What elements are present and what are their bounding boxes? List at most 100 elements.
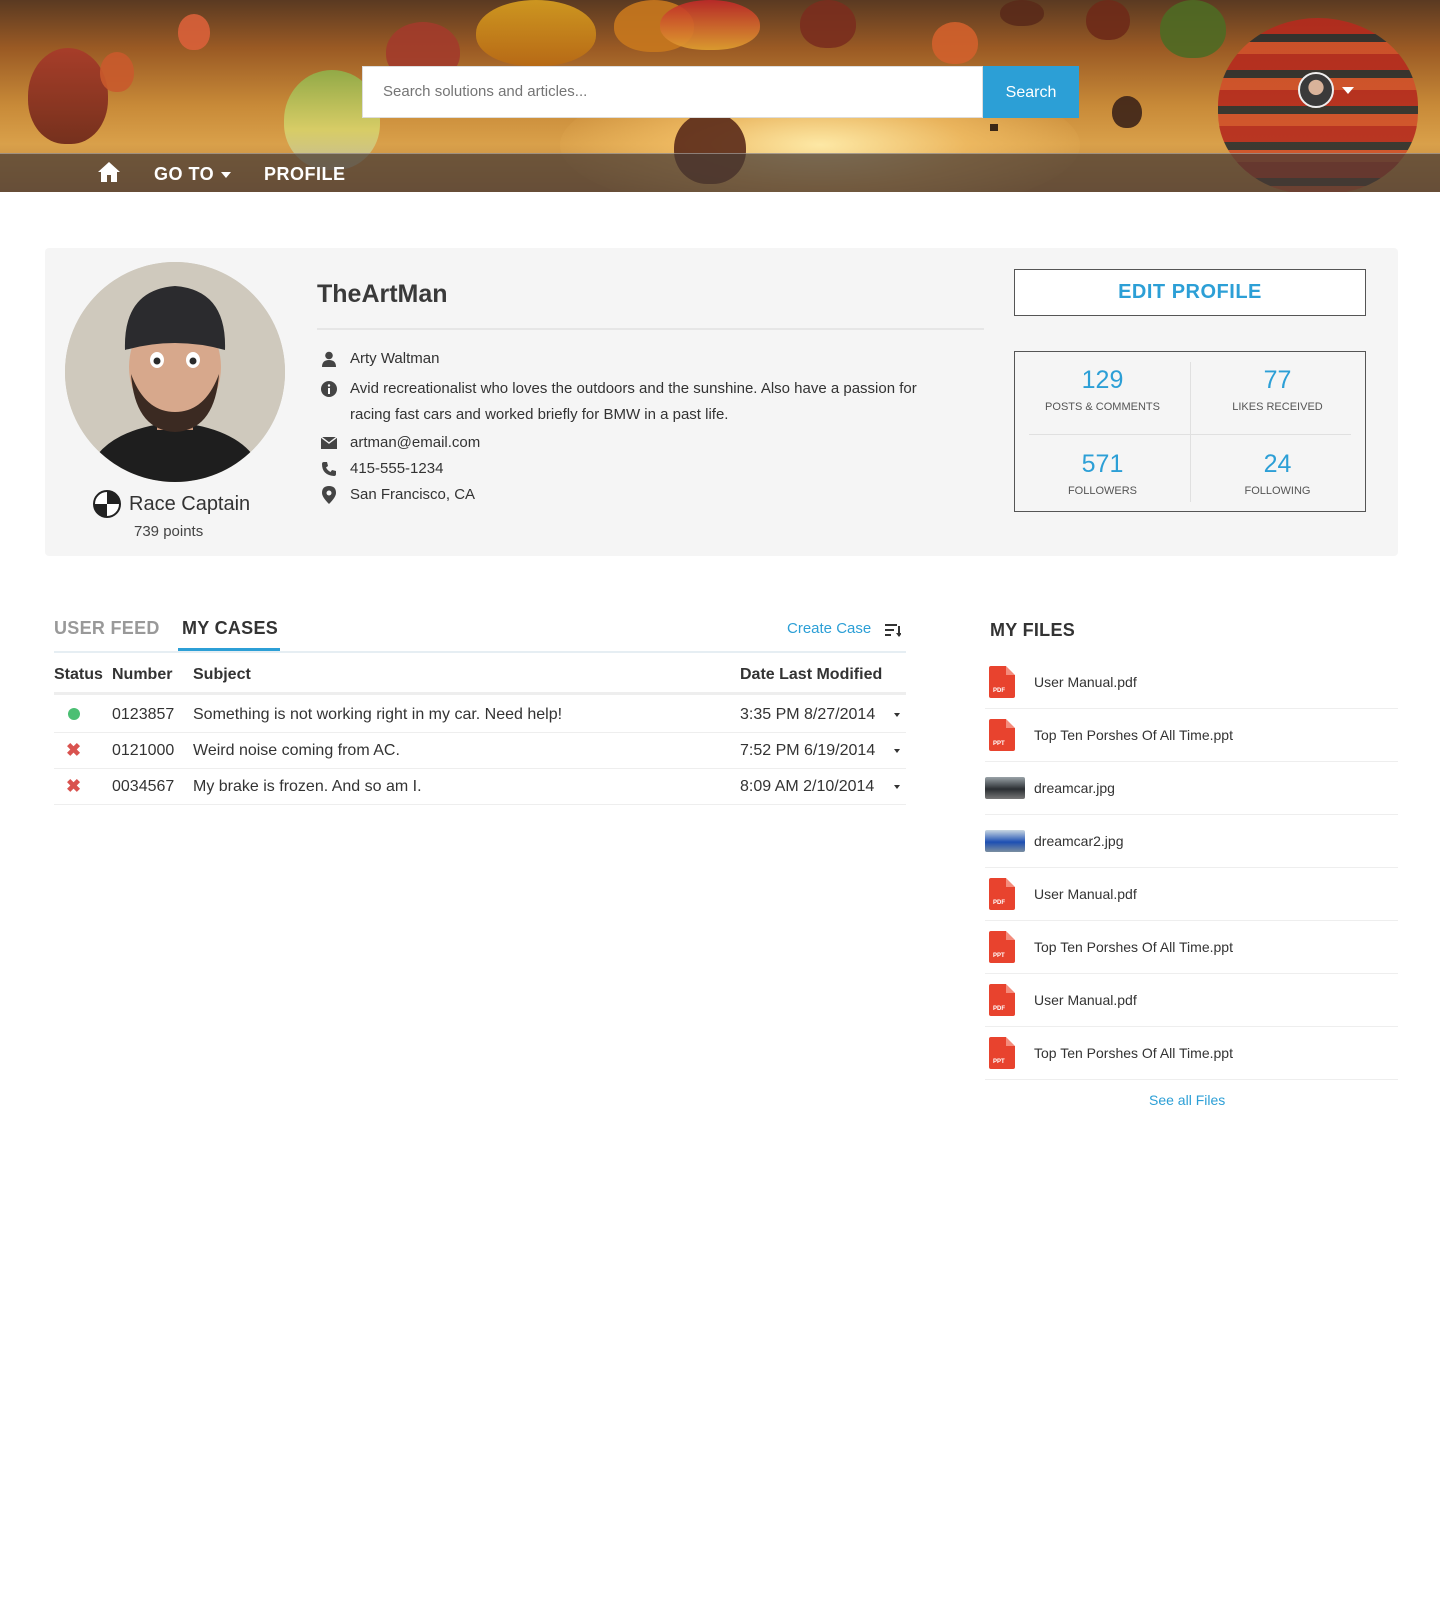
chevron-down-icon[interactable] (1342, 86, 1354, 94)
file-item[interactable]: dreamcar2.jpg (985, 815, 1398, 868)
email[interactable]: artman@email.com (350, 430, 920, 456)
table-row[interactable]: ✖ 0034567 My brake is frozen. And so am … (54, 769, 906, 805)
file-name[interactable]: dreamcar2.jpg (1034, 833, 1124, 849)
nav-profile-link[interactable]: PROFILE (264, 164, 346, 185)
ppt-file-icon: PPT (989, 931, 1015, 963)
stat-label: LIKES RECEIVED (1232, 401, 1323, 413)
file-item[interactable]: PDF User Manual.pdf (985, 974, 1398, 1027)
case-date: 3:35 PM 8/27/2014 (740, 706, 876, 723)
file-name[interactable]: User Manual.pdf (1034, 674, 1137, 690)
stat-value: 77 (1263, 366, 1292, 394)
stat-value: 24 (1263, 450, 1292, 478)
stat-label: FOLLOWING (1244, 485, 1311, 497)
case-subject[interactable]: My brake is frozen. And so am I. (193, 778, 422, 796)
file-item[interactable]: PPT Top Ten Porshes Of All Time.ppt (985, 1027, 1398, 1080)
divider (54, 692, 906, 695)
balloon-graphic (100, 52, 134, 92)
tab-my-cases[interactable]: MY CASES (182, 618, 278, 639)
pdf-file-icon: PDF (989, 666, 1015, 698)
divider (317, 328, 984, 330)
column-header-status[interactable]: Status (54, 666, 103, 684)
nav-goto-menu[interactable]: GO TO (154, 164, 232, 185)
file-item[interactable]: PPT Top Ten Porshes Of All Time.ppt (985, 921, 1398, 974)
row-menu-caret-icon[interactable] (894, 749, 900, 753)
stat-label: POSTS & COMMENTS (1045, 401, 1160, 413)
balloon-graphic (476, 0, 596, 66)
stat-posts[interactable]: 129 POSTS & COMMENTS (1015, 366, 1190, 413)
stat-following[interactable]: 24 FOLLOWING (1190, 450, 1365, 497)
balloon-basket (990, 124, 998, 131)
table-row[interactable]: 0123857 Something is not working right i… (54, 697, 906, 733)
create-case-link[interactable]: Create Case (787, 620, 871, 637)
status-closed-icon: ✖ (66, 776, 82, 796)
sort-icon[interactable] (885, 622, 901, 638)
balloon-graphic (800, 0, 856, 48)
file-item[interactable]: PDF User Manual.pdf (985, 656, 1398, 709)
file-item[interactable]: PPT Top Ten Porshes Of All Time.ppt (985, 709, 1398, 762)
info-bio: Avid recreationalist who loves the outdo… (320, 376, 920, 428)
stat-followers[interactable]: 571 FOLLOWERS (1015, 450, 1190, 497)
case-subject[interactable]: Something is not working right in my car… (193, 706, 562, 724)
balloon-graphic (1000, 0, 1044, 26)
location: San Francisco, CA (350, 486, 476, 503)
nav-goto-label: GO TO (154, 164, 215, 184)
rank-badge: Race Captain (93, 490, 250, 518)
balloon-graphic (28, 48, 108, 144)
file-name[interactable]: Top Ten Porshes Of All Time.ppt (1034, 939, 1233, 955)
search-button[interactable]: Search (983, 66, 1079, 118)
tab-user-feed[interactable]: USER FEED (54, 618, 160, 639)
profile-photo-image (65, 262, 285, 482)
column-header-subject[interactable]: Subject (193, 666, 251, 684)
stat-value: 571 (1081, 450, 1124, 478)
user-icon (320, 350, 338, 368)
balloon-graphic (660, 0, 760, 50)
file-name[interactable]: dreamcar.jpg (1034, 780, 1115, 796)
stat-value: 129 (1081, 366, 1124, 394)
case-number[interactable]: 0121000 (112, 742, 174, 760)
file-name[interactable]: Top Ten Porshes Of All Time.ppt (1034, 1045, 1233, 1061)
info-location: San Francisco, CA (320, 482, 920, 508)
envelope-icon (320, 434, 338, 452)
active-tab-indicator (178, 648, 280, 651)
file-item[interactable]: PDF User Manual.pdf (985, 868, 1398, 921)
balloon-graphic (178, 14, 210, 50)
table-row[interactable]: ✖ 0121000 Weird noise coming from AC. 7:… (54, 733, 906, 769)
stat-likes[interactable]: 77 LIKES RECEIVED (1190, 366, 1365, 413)
row-menu-caret-icon[interactable] (894, 713, 900, 717)
case-date: 7:52 PM 6/19/2014 (740, 742, 876, 759)
info-email: artman@email.com (320, 430, 920, 456)
balloon-graphic (932, 22, 978, 64)
file-name[interactable]: User Manual.pdf (1034, 992, 1137, 1008)
search-input[interactable] (362, 66, 983, 118)
balloon-graphic (1086, 0, 1130, 40)
bio: Avid recreationalist who loves the outdo… (350, 380, 917, 423)
edit-profile-button[interactable]: EDIT PROFILE (1014, 269, 1366, 316)
stat-label: FOLLOWERS (1067, 485, 1138, 497)
pdf-file-icon: PDF (989, 878, 1015, 910)
user-menu[interactable] (1298, 72, 1354, 108)
profile-photo (65, 262, 285, 482)
case-subject[interactable]: Weird noise coming from AC. (193, 742, 400, 760)
column-header-number[interactable]: Number (112, 666, 172, 684)
column-header-date[interactable]: Date Last Modified (740, 666, 882, 684)
file-name[interactable]: Top Ten Porshes Of All Time.ppt (1034, 727, 1233, 743)
status-open-icon (66, 706, 82, 722)
status-closed-icon: ✖ (66, 740, 82, 760)
file-item[interactable]: dreamcar.jpg (985, 762, 1398, 815)
case-number[interactable]: 0034567 (112, 778, 174, 796)
chevron-down-icon (221, 171, 232, 178)
top-navbar: GO TO PROFILE (0, 153, 1440, 192)
case-date: 8:09 AM 2/10/2014 (740, 778, 875, 795)
see-all-files-link[interactable]: See all Files (1149, 1092, 1225, 1108)
divider (1029, 434, 1351, 435)
avatar[interactable] (1298, 72, 1334, 108)
row-menu-caret-icon[interactable] (894, 785, 900, 789)
home-icon[interactable] (97, 161, 121, 183)
cases-tabs: USER FEED MY CASES (54, 618, 906, 653)
case-number[interactable]: 0123857 (112, 706, 174, 724)
file-name[interactable]: User Manual.pdf (1034, 886, 1137, 902)
info-full-name: Arty Waltman (320, 346, 920, 372)
balloon-graphic (1112, 96, 1142, 128)
ppt-file-icon: PPT (989, 1037, 1015, 1069)
rank-label: Race Captain (129, 492, 251, 515)
